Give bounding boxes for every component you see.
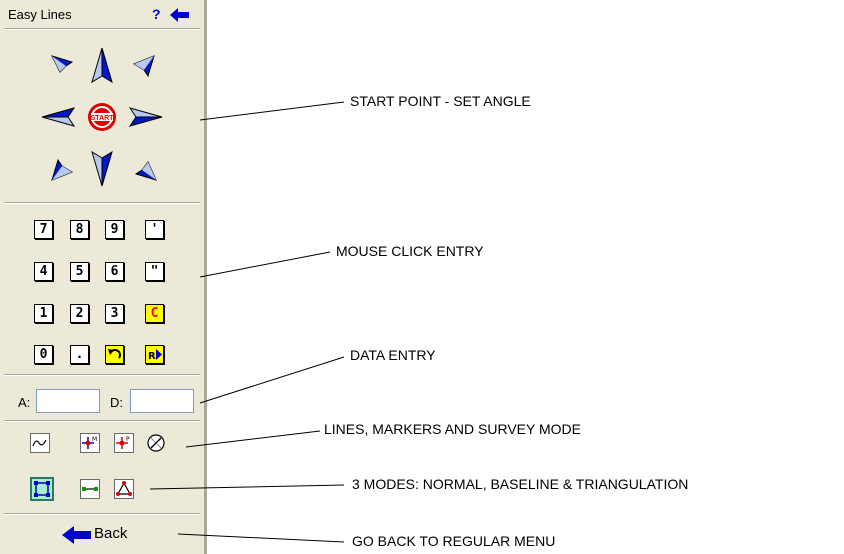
callout-data-entry: DATA ENTRY: [350, 347, 436, 363]
callout-start-point: START POINT - SET ANGLE: [350, 93, 531, 109]
callout-mouse-click-entry: MOUSE CLICK ENTRY: [336, 243, 484, 259]
callout-lines-markers: LINES, MARKERS AND SURVEY MODE: [324, 421, 581, 437]
callout-lines: [149, 101, 345, 543]
callout-modes: 3 MODES: NORMAL, BASELINE & TRIANGULATIO…: [352, 476, 689, 492]
callout-go-back: GO BACK TO REGULAR MENU: [352, 533, 556, 549]
